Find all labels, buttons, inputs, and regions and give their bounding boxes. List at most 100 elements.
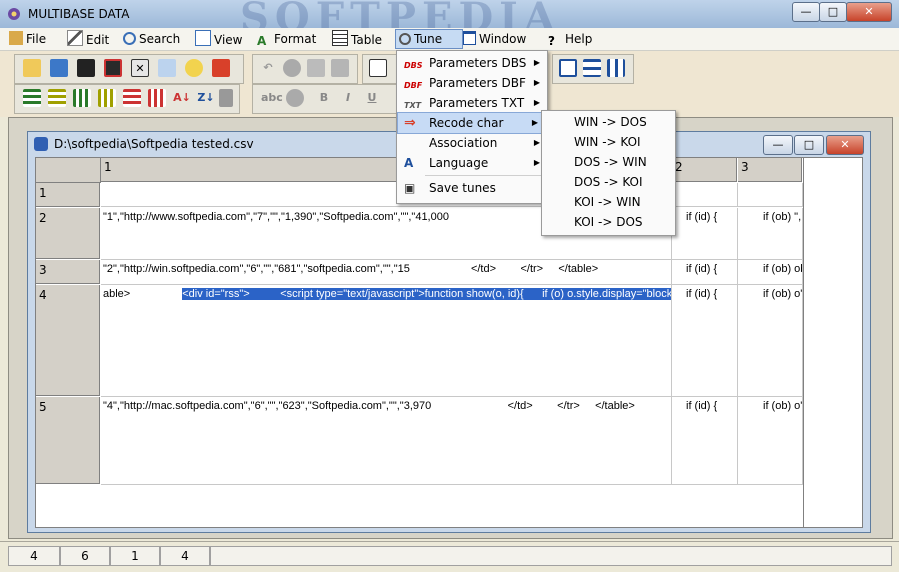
maximize-button[interactable]: □ — [819, 2, 847, 22]
menu-item-language[interactable]: A Language ▶ — [398, 153, 546, 173]
col-header-3[interactable]: 3 — [738, 158, 802, 182]
undo-icon[interactable]: ↶ — [259, 59, 277, 77]
paint-icon[interactable] — [286, 89, 304, 107]
grid-cell[interactable]: "4","http://mac.softpedia.com","6","","6… — [101, 397, 672, 485]
delete-col-icon[interactable] — [123, 89, 141, 107]
submenu-item-win-koi[interactable]: WIN -> KOI — [574, 132, 641, 152]
col-header-2[interactable]: 2 — [672, 158, 737, 182]
menu-search[interactable]: Search — [120, 30, 183, 48]
close-button[interactable]: ✕ — [846, 2, 892, 22]
menu-table[interactable]: Table — [329, 30, 385, 48]
recode-arrow-icon: ⇒ — [404, 115, 416, 131]
menu-item-association[interactable]: Association ▶ — [398, 133, 546, 153]
grid-cell[interactable] — [738, 183, 803, 207]
help-icon: ? — [548, 34, 555, 48]
row-header[interactable]: 1 — [36, 183, 100, 207]
cut-icon[interactable] — [283, 59, 301, 77]
view-icon — [195, 30, 211, 46]
wizard-icon[interactable] — [185, 59, 203, 77]
copy-icon[interactable] — [307, 59, 325, 77]
sort-asc-icon[interactable]: A↓ — [173, 89, 191, 107]
close-file-icon[interactable]: ✕ — [131, 59, 149, 77]
new-icon[interactable] — [23, 59, 41, 77]
grid-cell[interactable]: if (ob) ob — [738, 260, 803, 285]
doc-close-button[interactable]: ✕ — [826, 135, 864, 155]
submenu-arrow-icon: ▶ — [533, 158, 540, 167]
doc-minimize-button[interactable]: — — [763, 135, 793, 155]
menu-item-recode-char[interactable]: ⇒ Recode char ▶ — [397, 112, 545, 134]
folder-icon — [9, 31, 23, 45]
menu-help[interactable]: ? Help — [545, 30, 595, 48]
menu-item-parameters-dbs[interactable]: DBS Parameters DBS ▶ — [398, 53, 546, 73]
underline-icon[interactable]: U — [363, 89, 381, 107]
cell-text-prefix: able> — [103, 288, 131, 300]
paste-icon[interactable] — [331, 59, 349, 77]
bold-icon[interactable]: B — [315, 89, 333, 107]
submenu-item-koi-win[interactable]: KOI -> WIN — [574, 192, 641, 212]
selected-text[interactable]: <div id="rss"> <script type="text/javasc… — [182, 288, 671, 300]
menu-item-save-tunes[interactable]: ▣ Save tunes — [398, 178, 546, 198]
edit-toolbar: ↶ — [252, 54, 358, 84]
menu-view[interactable]: View — [192, 30, 245, 48]
row-icon[interactable] — [23, 89, 41, 107]
table-icon — [332, 30, 348, 46]
submenu-item-dos-koi[interactable]: DOS -> KOI — [574, 172, 643, 192]
submenu-item-koi-dos[interactable]: KOI -> DOS — [574, 212, 643, 232]
menu-item-parameters-txt[interactable]: TXT Parameters TXT ▶ — [398, 93, 546, 113]
menu-edit[interactable]: Edit — [64, 30, 112, 48]
grid-cell[interactable]: if (id) { — [672, 208, 738, 260]
menu-item-parameters-dbf[interactable]: DBF Parameters DBF ▶ — [398, 73, 546, 93]
row-header[interactable]: 4 — [36, 285, 100, 396]
submenu-item-win-dos[interactable]: WIN -> DOS — [574, 112, 647, 132]
row-header[interactable]: 3 — [36, 260, 100, 284]
menu-window[interactable]: Window — [460, 30, 529, 48]
status-message — [210, 546, 892, 566]
dbs-icon: DBS — [404, 61, 423, 70]
menu-format[interactable]: A Format — [254, 30, 319, 48]
grid-cell[interactable]: if (ob) o' — [738, 285, 803, 397]
print-icon[interactable] — [158, 59, 176, 77]
grid-cell[interactable]: if (id) { — [672, 397, 738, 485]
menu-file[interactable]: File — [6, 30, 49, 48]
grid-cell[interactable]: if (id) { — [672, 260, 738, 285]
delete-row-icon[interactable] — [73, 89, 91, 107]
app-icon — [6, 6, 22, 22]
minimize-button[interactable]: — — [792, 2, 820, 22]
insert-col-icon[interactable] — [98, 89, 116, 107]
save-as-icon[interactable] — [104, 59, 122, 77]
row-header[interactable]: 2 — [36, 208, 100, 259]
submenu-arrow-icon: ▶ — [533, 98, 540, 107]
grid-empty-area — [36, 485, 803, 527]
tile-vertical-icon[interactable] — [607, 59, 625, 77]
grid-cell[interactable]: if (ob) o' — [738, 397, 803, 485]
grid-empty-area — [803, 158, 862, 527]
split-icon[interactable] — [148, 89, 166, 107]
save-icon[interactable] — [77, 59, 95, 77]
file-toolbar: ✕ — [14, 54, 244, 84]
open-icon[interactable] — [50, 59, 68, 77]
edit-icon — [67, 30, 83, 46]
filter-icon[interactable] — [219, 89, 233, 107]
menu-tune[interactable]: Tune — [395, 29, 463, 49]
grid-cell[interactable]: "2","http://win.softpedia.com","6","","6… — [101, 260, 672, 285]
doc-maximize-button[interactable]: □ — [794, 135, 824, 155]
spell-icon[interactable]: abc — [261, 89, 283, 107]
grid-cell[interactable]: if (id) { — [672, 285, 738, 397]
submenu-item-dos-win[interactable]: DOS -> WIN — [574, 152, 647, 172]
stop-icon[interactable] — [212, 59, 230, 77]
sort-desc-icon[interactable]: Z↓ — [197, 89, 215, 107]
tile-horizontal-icon[interactable] — [583, 59, 601, 77]
data-grid[interactable]: 1 2 3 1 2 "1","http://www.softpedia.com"… — [35, 157, 863, 528]
row-header[interactable]: 5 — [36, 397, 100, 484]
format-icon: A — [257, 34, 267, 48]
text-toolbar: abc B I U — [252, 84, 398, 114]
italic-icon[interactable]: I — [339, 89, 357, 107]
cascade-icon[interactable] — [559, 59, 577, 77]
grid-cell-selected[interactable]: able> <div id="rss"> <script type="text/j… — [101, 285, 672, 397]
window-title: MULTIBASE DATA — [28, 7, 130, 21]
insert-row-icon[interactable] — [48, 89, 66, 107]
grid-cell[interactable]: if (ob) ", — [738, 208, 803, 260]
dbf-icon: DBF — [404, 81, 423, 90]
copy-grid-icon[interactable] — [369, 59, 387, 77]
grid-cell[interactable] — [672, 183, 738, 207]
